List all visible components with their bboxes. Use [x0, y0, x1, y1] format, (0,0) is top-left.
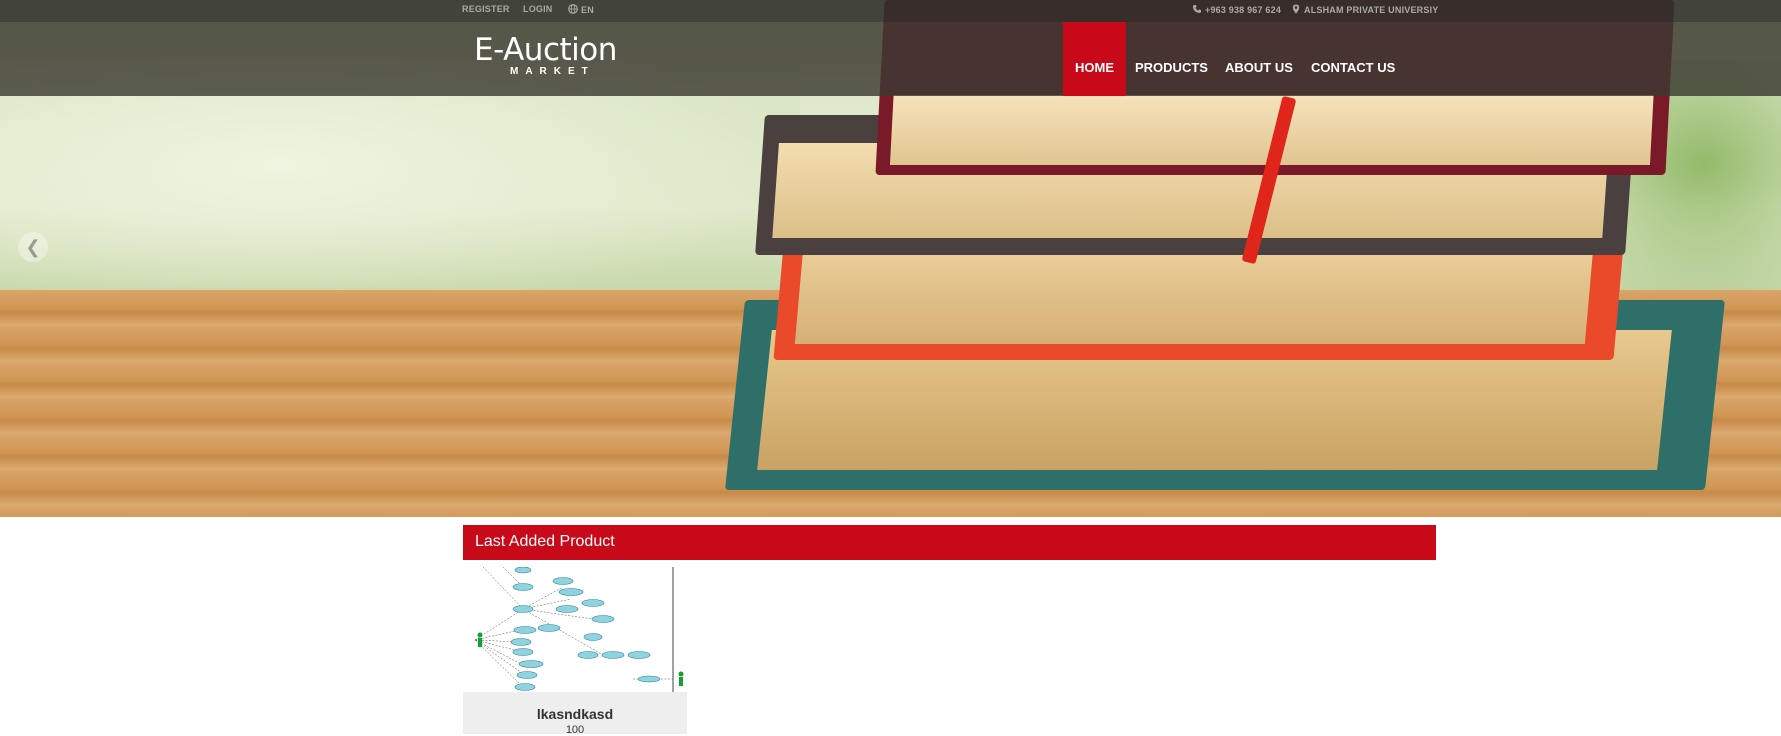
background-blur: [0, 60, 800, 320]
location-name: ALSHAM PRIVATE UNIVERSIY: [1304, 5, 1439, 15]
chevron-left-icon: ❮: [25, 237, 41, 257]
login-link[interactable]: LOGIN: [523, 4, 553, 14]
language-label: EN: [581, 5, 594, 15]
globe-icon: [568, 4, 578, 14]
language-selector[interactable]: EN: [568, 4, 594, 15]
nav-about-us[interactable]: ABOUT US: [1225, 22, 1293, 96]
register-link[interactable]: REGISTER: [462, 4, 510, 14]
location-info: ALSHAM PRIVATE UNIVERSIY: [1291, 4, 1438, 15]
product-price: 100: [565, 724, 585, 736]
nav-home[interactable]: HOME: [1063, 22, 1126, 96]
site-logo[interactable]: E-Auction MARKET: [474, 32, 617, 77]
nav-contact-us[interactable]: CONTACT US: [1311, 22, 1395, 96]
logo-title: E-Auction: [474, 32, 617, 68]
nav-products[interactable]: PRODUCTS: [1135, 22, 1208, 96]
product-card[interactable]: lkasndkasd 100: [463, 567, 687, 736]
use-case-diagram-thumbnail: [474, 567, 684, 692]
phone-info: +963 938 967 624: [1192, 4, 1281, 15]
top-bar: REGISTER LOGIN EN +963 938 967 624 ALSHA…: [0, 0, 1781, 22]
product-info: lkasndkasd 100: [463, 692, 687, 736]
map-pin-icon: [1292, 4, 1300, 14]
phone-number: +963 938 967 624: [1205, 5, 1282, 15]
phone-icon: [1193, 5, 1201, 13]
main-navbar: E-Auction MARKET HOME PRODUCTS ABOUT US …: [0, 22, 1781, 96]
section-title: Last Added Product: [463, 525, 1436, 560]
product-name[interactable]: lkasndkasd: [463, 706, 687, 722]
product-image[interactable]: [463, 567, 687, 692]
slider-prev-button[interactable]: ❮: [18, 232, 48, 262]
